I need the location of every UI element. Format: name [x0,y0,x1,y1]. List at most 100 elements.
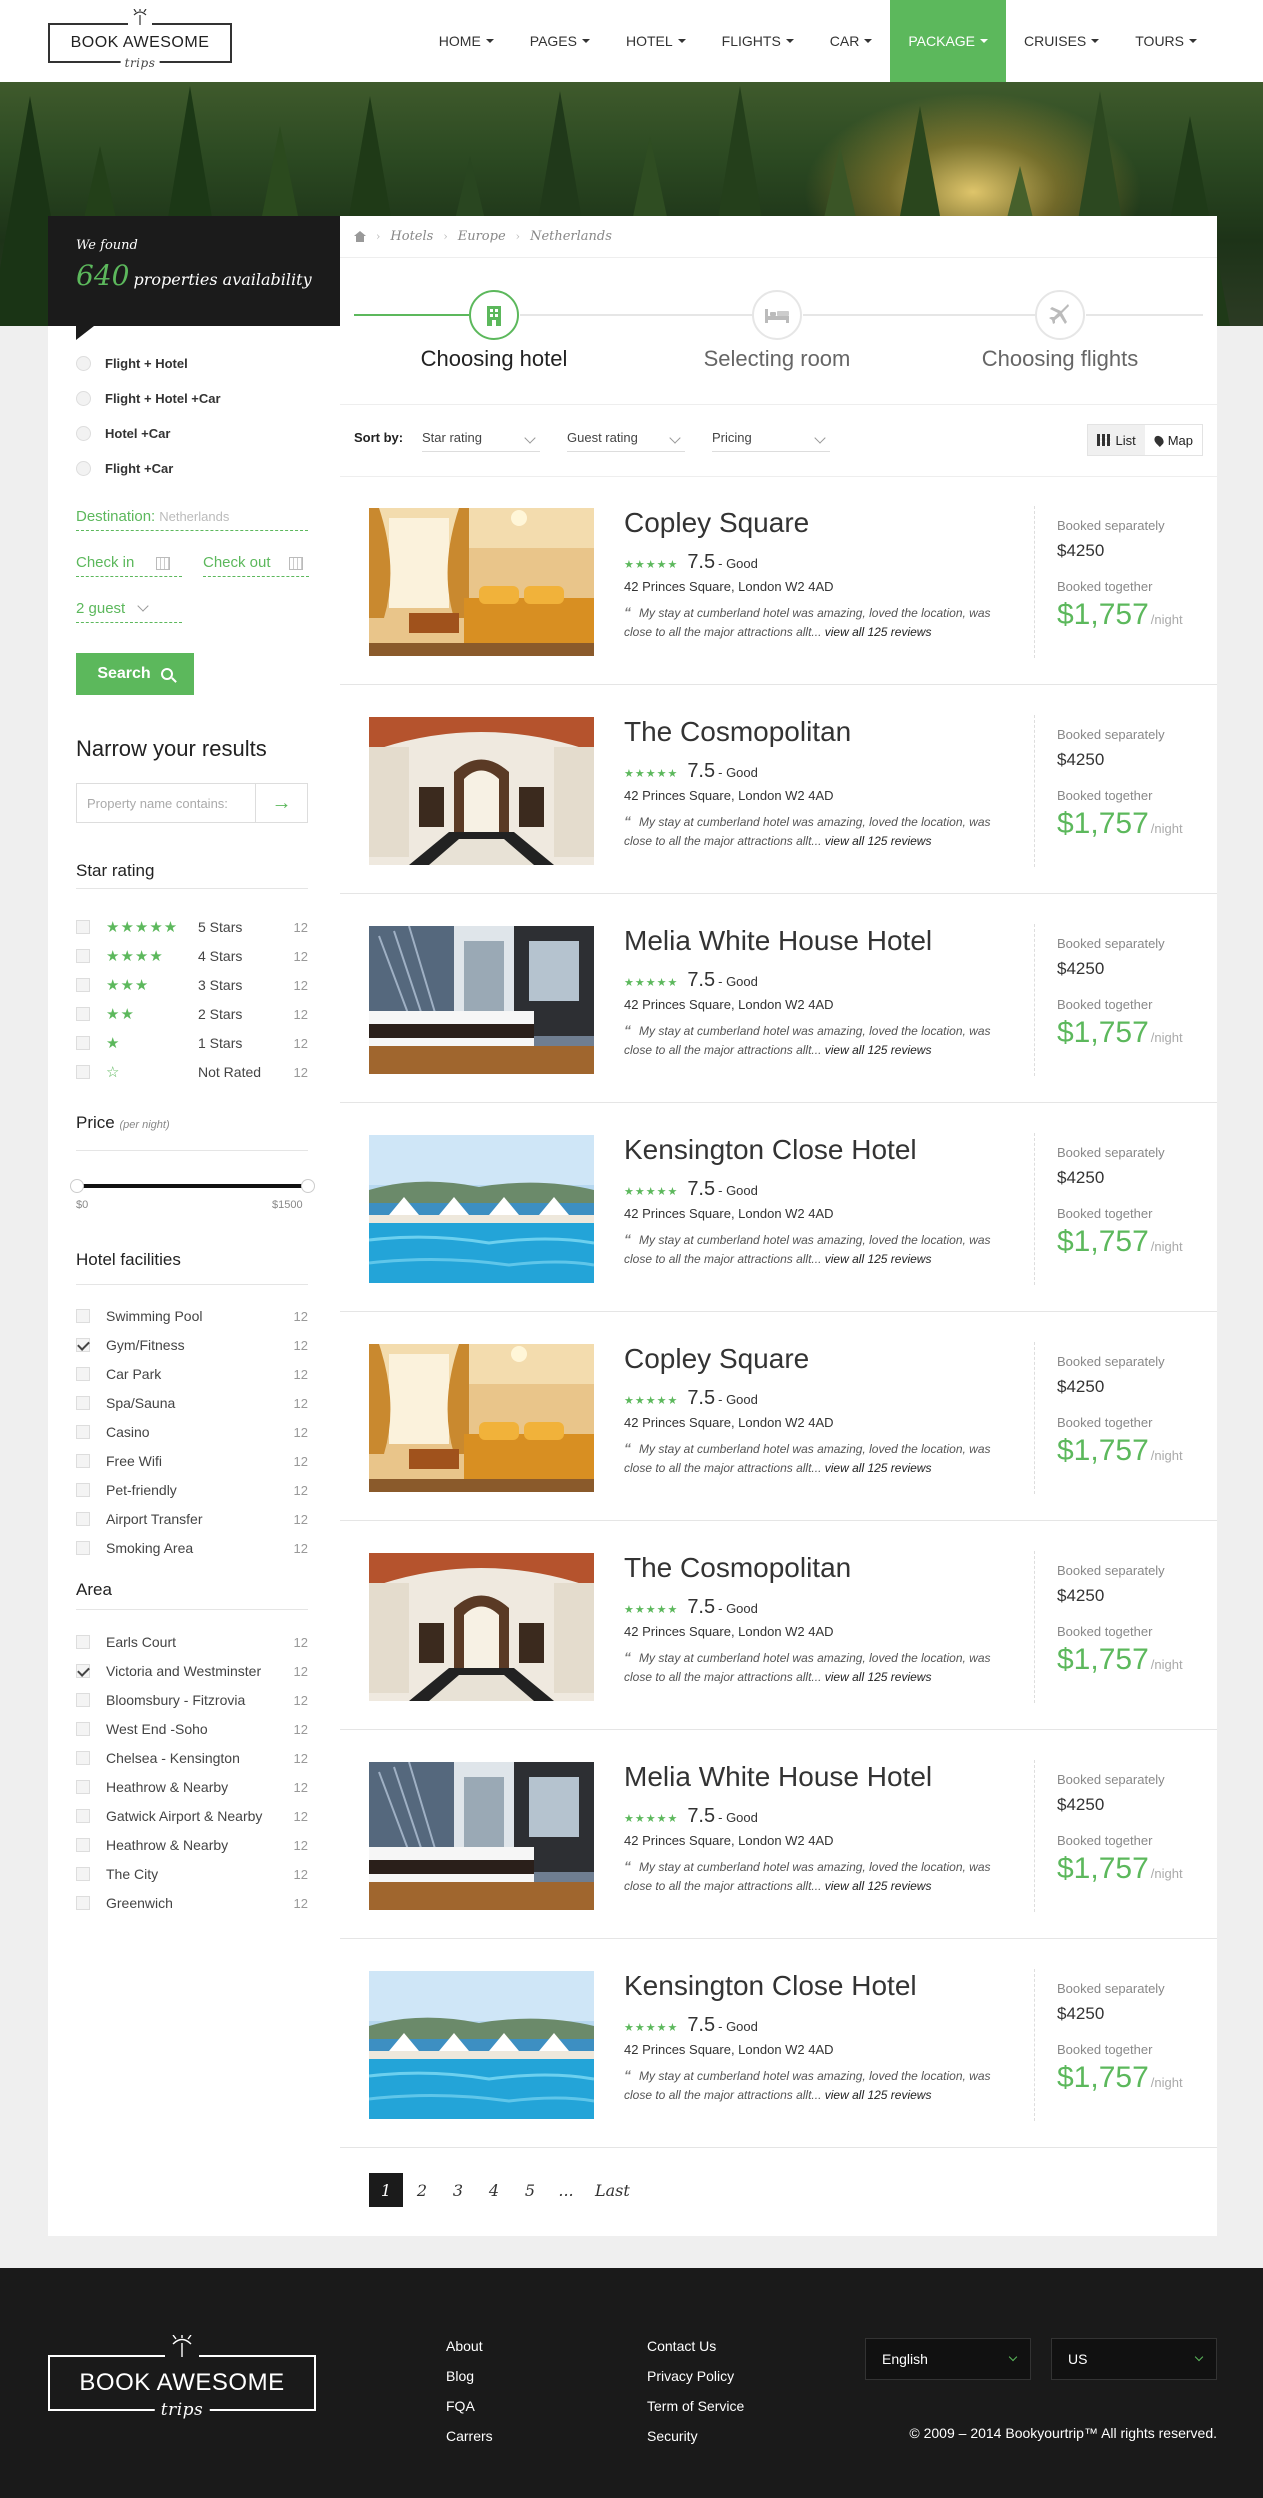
checkbox[interactable] [76,1541,90,1555]
checkbox[interactable] [76,1425,90,1439]
checkbox[interactable] [76,1780,90,1794]
view-reviews-link[interactable]: view all 125 reviews [825,834,932,848]
facility-filter-row[interactable]: Smoking Area 12 [76,1540,308,1556]
site-logo[interactable]: BOOK AWESOME trips [48,8,232,69]
step-choosing-hotel[interactable] [469,290,519,340]
star-filter-row[interactable]: ★★ 2 Stars 12 [76,1005,308,1023]
step-selecting-room[interactable] [752,290,802,340]
nav-hotel[interactable]: HOTEL [608,0,704,82]
checkbox[interactable] [76,920,90,934]
nav-pages[interactable]: PAGES [512,0,608,82]
view-reviews-link[interactable]: view all 125 reviews [825,1879,932,1893]
checkbox[interactable] [76,1867,90,1881]
property-name-input[interactable]: Property name contains: → [76,783,308,823]
view-reviews-link[interactable]: view all 125 reviews [825,1670,932,1684]
sort-guest-rating[interactable]: Guest rating [567,422,685,452]
view-reviews-link[interactable]: view all 125 reviews [825,625,932,639]
checkbox[interactable] [76,949,90,963]
footer-link[interactable]: Carrers [446,2421,493,2451]
checkbox[interactable] [76,1809,90,1823]
nav-home[interactable]: HOME [421,0,512,82]
star-filter-row[interactable]: ★ 1 Stars 12 [76,1034,308,1052]
checkbox[interactable] [76,1367,90,1381]
facility-filter-row[interactable]: Free Wifi 12 [76,1453,308,1469]
hotel-photo[interactable] [369,1971,594,2119]
price-slider[interactable] [76,1184,308,1188]
checkbox[interactable] [76,1007,90,1021]
radio-button[interactable] [76,461,91,476]
footer-link[interactable]: Contact Us [647,2331,744,2361]
hotel-name[interactable]: Kensington Close Hotel [624,1134,917,1166]
hotel-name[interactable]: The Cosmopolitan [624,1552,851,1584]
sort-star-rating[interactable]: Star rating [422,422,540,452]
star-filter-row[interactable]: ★★★★★ 5 Stars 12 [76,918,308,936]
hotel-name[interactable]: Melia White House Hotel [624,925,932,957]
map-view-button[interactable]: Map [1145,425,1202,455]
checkbox[interactable] [76,1338,90,1352]
area-filter-row[interactable]: The City 12 [76,1866,308,1882]
hotel-photo[interactable] [369,508,594,656]
checkbox[interactable] [76,1722,90,1736]
footer-logo[interactable]: BOOK AWESOME trips [48,2334,316,2419]
area-filter-row[interactable]: West End -Soho 12 [76,1721,308,1737]
page-link[interactable]: 4 [477,2173,511,2207]
footer-link[interactable]: FQA [446,2391,493,2421]
checkin-field[interactable]: Check in [76,554,182,577]
checkout-field[interactable]: Check out [203,554,309,577]
checkbox[interactable] [76,1693,90,1707]
checkbox[interactable] [76,1065,90,1079]
together-price[interactable]: $1,757 [1057,598,1149,632]
area-filter-row[interactable]: Bloomsbury - Fitzrovia 12 [76,1692,308,1708]
hotel-name[interactable]: The Cosmopolitan [624,716,851,748]
page-link[interactable]: 1 [369,2173,403,2207]
together-price[interactable]: $1,757 [1057,807,1149,841]
checkbox[interactable] [76,1396,90,1410]
hotel-name[interactable]: Melia White House Hotel [624,1761,932,1793]
view-reviews-link[interactable]: view all 125 reviews [825,1252,932,1266]
hotel-photo[interactable] [369,1553,594,1701]
area-filter-row[interactable]: Heathrow & Nearby 12 [76,1779,308,1795]
checkbox[interactable] [76,1838,90,1852]
page-link[interactable]: 5 [513,2173,547,2207]
home-icon[interactable] [354,231,366,242]
trip-type-option[interactable]: Flight +Car [76,461,173,476]
hotel-photo[interactable] [369,926,594,1074]
hotel-photo[interactable] [369,1762,594,1910]
footer-link[interactable]: About [446,2331,493,2361]
facility-filter-row[interactable]: Spa/Sauna 12 [76,1395,308,1411]
page-link[interactable]: 3 [441,2173,475,2207]
trip-type-option[interactable]: Flight + Hotel +Car [76,391,221,406]
search-button[interactable]: Search [76,653,194,695]
hotel-name[interactable]: Kensington Close Hotel [624,1970,917,2002]
footer-link[interactable]: Blog [446,2361,493,2391]
nav-car[interactable]: CAR [812,0,891,82]
star-filter-row[interactable]: ★★★ 3 Stars 12 [76,976,308,994]
region-select[interactable]: US [1051,2338,1217,2380]
checkbox[interactable] [76,1309,90,1323]
together-price[interactable]: $1,757 [1057,2061,1149,2095]
checkbox[interactable] [76,1454,90,1468]
together-price[interactable]: $1,757 [1057,1643,1149,1677]
together-price[interactable]: $1,757 [1057,1225,1149,1259]
area-filter-row[interactable]: Gatwick Airport & Nearby 12 [76,1808,308,1824]
trip-type-option[interactable]: Hotel +Car [76,426,170,441]
footer-link[interactable]: Privacy Policy [647,2361,744,2391]
hotel-photo[interactable] [369,1344,594,1492]
checkbox[interactable] [76,1664,90,1678]
hotel-name[interactable]: Copley Square [624,507,809,539]
footer-link[interactable]: Term of Service [647,2391,744,2421]
facility-filter-row[interactable]: Pet-friendly 12 [76,1482,308,1498]
breadcrumb-item[interactable]: Netherlands [530,229,612,244]
area-filter-row[interactable]: Victoria and Westminster 12 [76,1663,308,1679]
nav-cruises[interactable]: CRUISES [1006,0,1117,82]
arrow-right-icon[interactable]: → [255,784,307,822]
checkbox[interactable] [76,1751,90,1765]
together-price[interactable]: $1,757 [1057,1016,1149,1050]
guests-select[interactable]: 2 guest [76,600,182,623]
star-filter-row[interactable]: ☆ Not Rated 12 [76,1063,308,1081]
view-reviews-link[interactable]: view all 125 reviews [825,2088,932,2102]
breadcrumb-item[interactable]: Hotels [390,229,433,244]
step-choosing-flights[interactable] [1035,290,1085,340]
hotel-photo[interactable] [369,1135,594,1283]
last-page-link[interactable]: Last [585,2173,640,2207]
